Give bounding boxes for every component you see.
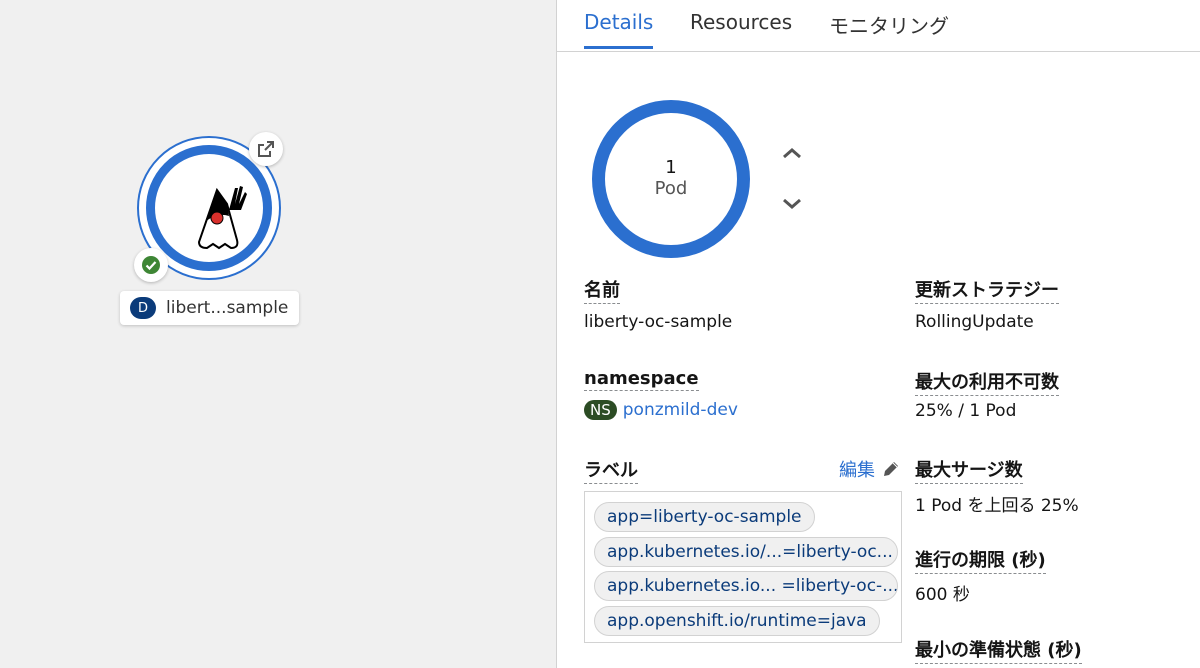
edit-labels-label: 編集 <box>839 460 875 481</box>
pod-ring <box>146 145 272 271</box>
kind-badge: D <box>130 297 156 319</box>
strategy-value: RollingUpdate <box>915 312 1034 332</box>
labels-term: ラベル <box>584 456 638 484</box>
namespace-link[interactable]: ponzmild-dev <box>623 400 738 420</box>
name-value: liberty-oc-sample <box>584 312 733 332</box>
max-surge-value: 1 Pod を上回る 25% <box>915 496 1079 516</box>
side-panel: Details Resources モニタリング 1 Pod 名前 libert… <box>556 0 1200 668</box>
namespace-value: NS ponzmild-dev <box>584 400 738 420</box>
label-chip[interactable]: app=liberty-oc-sample <box>594 502 815 532</box>
node-name: libert...sample <box>166 298 289 318</box>
node-label[interactable]: D libert...sample <box>120 291 299 325</box>
progress-deadline-value: 600 秒 <box>915 585 970 605</box>
scale-down-button[interactable] <box>779 193 805 215</box>
tab-resources[interactable]: Resources <box>690 10 792 46</box>
max-unavailable-term: 最大の利用不可数 <box>915 368 1059 396</box>
min-ready-term: 最小の準備状態 (秒) <box>915 636 1082 664</box>
max-unavailable-value: 25% / 1 Pod <box>915 401 1017 421</box>
label-chip[interactable]: app.kubernetes.io/...=liberty-oc... <box>594 537 898 567</box>
ns-badge: NS <box>584 400 617 420</box>
pod-donut: 1 Pod <box>592 100 750 258</box>
chevron-up-icon <box>783 148 801 159</box>
max-surge-term: 最大サージ数 <box>915 456 1023 484</box>
edit-labels-button[interactable]: 編集 <box>839 456 901 482</box>
labels-box: app=liberty-oc-sample app.kubernetes.io/… <box>584 491 902 643</box>
label-chip[interactable]: app.kubernetes.io... =liberty-oc-... <box>594 571 898 601</box>
scale-up-button[interactable] <box>779 142 805 164</box>
name-term: 名前 <box>584 276 620 304</box>
pod-count: 1 <box>665 157 677 178</box>
pencil-icon <box>884 462 898 476</box>
strategy-term: 更新ストラテジー <box>915 276 1059 304</box>
namespace-term: namespace <box>584 368 699 391</box>
label-chip[interactable]: app.openshift.io/runtime=java <box>594 606 880 636</box>
tab-details[interactable]: Details <box>584 10 654 49</box>
java-duke-icon <box>197 186 247 250</box>
status-ok-icon <box>134 248 168 282</box>
chevron-down-icon <box>783 198 801 209</box>
open-url-icon[interactable] <box>249 132 283 166</box>
tab-monitoring[interactable]: モニタリング <box>829 10 949 51</box>
pod-unit: Pod <box>654 178 688 199</box>
topology-canvas[interactable]: D libert...sample <box>0 0 556 668</box>
progress-deadline-term: 進行の期限 (秒) <box>915 546 1046 574</box>
tab-bar: Details Resources モニタリング <box>557 0 1200 52</box>
